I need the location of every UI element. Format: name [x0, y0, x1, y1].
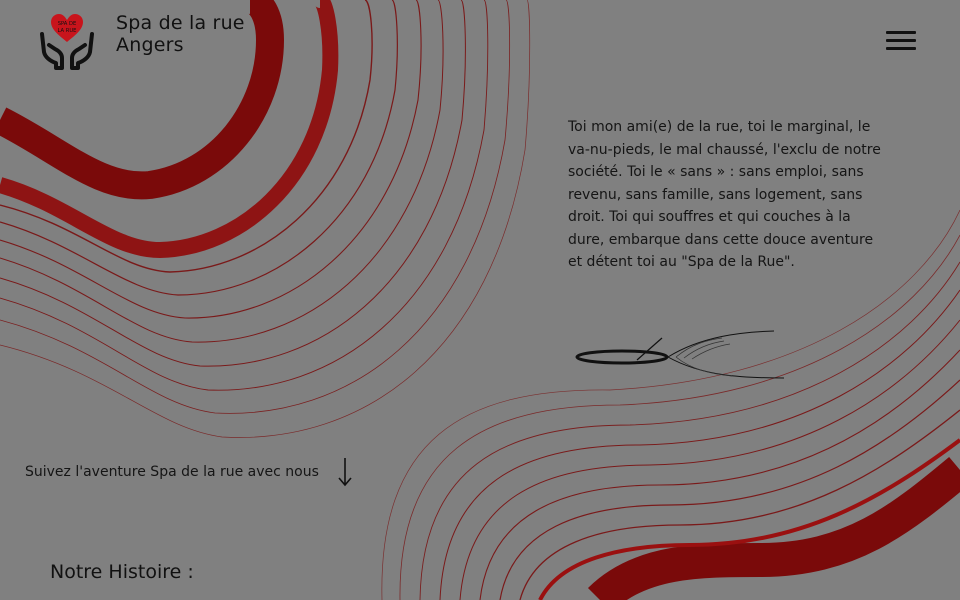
site-header: SPA DE LA RUE Spa de la rue Angers — [0, 0, 960, 90]
follow-adventure-link[interactable]: Suivez l'aventure Spa de la rue avec nou… — [25, 455, 353, 489]
menu-bar — [886, 39, 916, 42]
intro-paragraph: Toi mon ami(e) de la rue, toi le margina… — [568, 119, 881, 270]
page: SPA DE LA RUE Spa de la rue Angers Toi m… — [0, 0, 960, 600]
brand-line-2: Angers — [116, 34, 184, 56]
signature-flourish — [575, 330, 785, 379]
menu-bar — [886, 47, 916, 50]
follow-adventure-label: Suivez l'aventure Spa de la rue avec nou… — [25, 464, 319, 480]
topographic-background — [0, 0, 960, 600]
logo-hands-heart-icon[interactable]: SPA DE LA RUE — [38, 12, 96, 70]
arrow-down-icon — [338, 458, 352, 487]
logo-text: SPA DE — [58, 21, 77, 27]
menu-bar — [886, 31, 916, 34]
hamburger-menu-button[interactable] — [884, 28, 918, 54]
brand-name[interactable]: Spa de la rue Angers — [116, 12, 245, 56]
logo-text: LA RUE — [58, 28, 77, 34]
history-section-title: Notre Histoire : — [50, 561, 194, 583]
brand-line-1: Spa de la rue — [116, 12, 245, 34]
